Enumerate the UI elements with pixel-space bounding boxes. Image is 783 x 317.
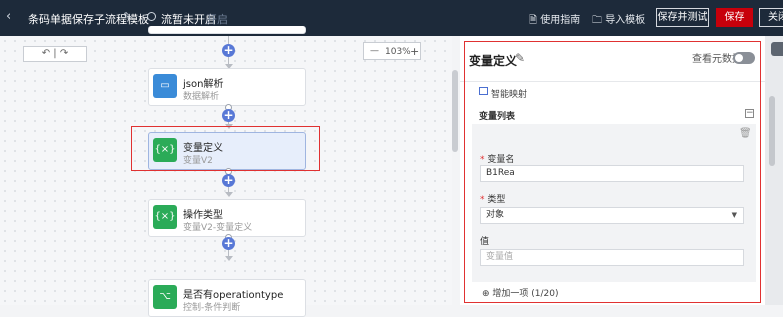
node-name: 操作类型 [183,210,223,221]
connector-arrow [225,256,233,261]
branch-icon: ⌥ [153,285,177,309]
add-node-button[interactable]: + [222,174,235,187]
close-button[interactable]: 关闭 [759,8,783,27]
edit-title-icon[interactable]: ✎ [123,10,132,23]
enable-flow-link[interactable]: 开启 [206,11,228,27]
back-icon[interactable]: ‹ [6,9,11,24]
connector-arrow [225,192,233,197]
zoom-control: — 103% + [363,42,421,60]
node-has-operationtype[interactable]: ⌥ 是否有operationtype 控制-条件判断 [148,279,306,317]
node-type: 变量V2-变量定义 [183,223,253,233]
flow-node-partial[interactable] [148,26,306,34]
canvas-scrollbar[interactable] [452,70,458,152]
save-and-test-button[interactable]: 保存并测试 [656,8,709,27]
node-name: json解析 [183,79,224,90]
node-type: 控制-条件判断 [183,303,241,313]
monitor-icon: ▭ [153,74,177,98]
scrollbar-thumb[interactable] [769,96,775,166]
import-template-label: 导入模板 [605,15,646,26]
node-operation-type[interactable]: {×} 操作类型 变量V2-变量定义 [148,199,306,237]
node-name: 是否有operationtype [183,290,284,301]
node-json-parse[interactable]: ▭ json解析 数据解析 [148,68,306,106]
add-node-button[interactable]: + [222,237,235,250]
node-type: 数据解析 [183,92,220,102]
top-bar: ‹ 条码单据保存子流程模板 ✎ 流暂未开启 开启 🗎 使用指南 🗀 导入模板 保… [0,0,783,36]
braces-icon: {×} [153,205,177,229]
user-guide-label: 使用指南 [540,15,581,26]
zoom-in-button[interactable]: + [410,45,419,58]
panel-tab[interactable] [771,42,783,56]
save-button[interactable]: 保存 [716,8,753,27]
zoom-level: 103% [385,47,411,57]
panel-scrollbar[interactable] [765,36,783,305]
highlight-box-panel [464,41,761,303]
import-template-link[interactable]: 🗀 导入模板 [592,11,645,30]
highlight-box-node [131,126,320,171]
zoom-out-button[interactable]: — [370,46,379,56]
add-node-button[interactable]: + [222,109,235,122]
add-node-button[interactable]: + [222,44,235,57]
flow-status-icon [147,12,156,21]
user-guide-link[interactable]: 🗎 使用指南 [529,11,580,30]
undo-redo-bar[interactable]: ↶ | ↷ [23,46,87,62]
